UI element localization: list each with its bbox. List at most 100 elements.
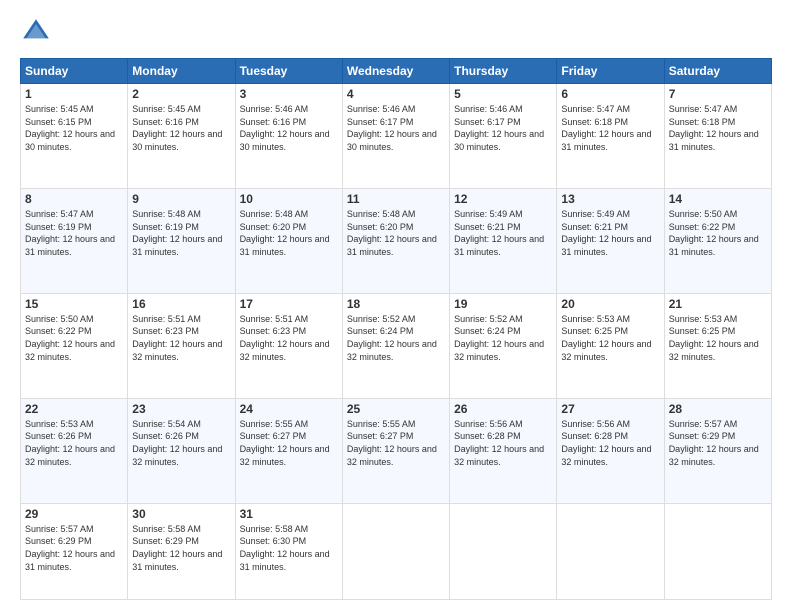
calendar-cell: 16 Sunrise: 5:51 AMSunset: 6:23 PMDayligh… [128,293,235,398]
calendar-cell: 3 Sunrise: 5:46 AMSunset: 6:16 PMDaylight… [235,84,342,189]
day-number: 23 [132,402,230,416]
calendar-cell: 23Sunrise: 5:54 AMSunset: 6:26 PMDayligh… [128,398,235,503]
day-number: 17 [240,297,338,311]
day-info: Sunrise: 5:47 AMSunset: 6:18 PMDaylight:… [669,103,767,153]
calendar-cell: 29 Sunrise: 5:57 AMSunset: 6:29 PMDayligh… [21,503,128,599]
day-number: 9 [132,192,230,206]
calendar-cell: 1Sunrise: 5:45 AMSunset: 6:15 PMDaylight… [21,84,128,189]
day-number: 2 [132,87,230,101]
day-number: 16 [132,297,230,311]
logo [20,16,56,48]
day-info: Sunrise: 5:46 AMSunset: 6:17 PMDaylight:… [347,103,445,153]
day-number: 25 [347,402,445,416]
calendar-cell: 21 Sunrise: 5:53 AMSunset: 6:25 PMDayligh… [664,293,771,398]
calendar-cell [557,503,664,599]
day-info: Sunrise: 5:48 AMSunset: 6:20 PMDaylight:… [240,208,338,258]
day-number: 26 [454,402,552,416]
calendar-cell [450,503,557,599]
day-number: 11 [347,192,445,206]
day-info: Sunrise: 5:46 AMSunset: 6:16 PMDaylight:… [240,103,338,153]
day-info: Sunrise: 5:45 AMSunset: 6:15 PMDaylight:… [25,103,123,153]
week-row-5: 29 Sunrise: 5:57 AMSunset: 6:29 PMDayligh… [21,503,772,599]
day-number: 15 [25,297,123,311]
day-info: Sunrise: 5:57 AMSunset: 6:29 PMDaylight:… [669,418,767,468]
calendar-cell: 9 Sunrise: 5:48 AMSunset: 6:19 PMDaylight… [128,188,235,293]
calendar-cell: 5 Sunrise: 5:46 AMSunset: 6:17 PMDaylight… [450,84,557,189]
day-info: Sunrise: 5:47 AMSunset: 6:18 PMDaylight:… [561,103,659,153]
day-number: 18 [347,297,445,311]
day-info: Sunrise: 5:52 AMSunset: 6:24 PMDaylight:… [454,313,552,363]
calendar-cell: 12 Sunrise: 5:49 AMSunset: 6:21 PMDayligh… [450,188,557,293]
calendar-cell: 19 Sunrise: 5:52 AMSunset: 6:24 PMDayligh… [450,293,557,398]
day-number: 22 [25,402,123,416]
calendar-cell: 18 Sunrise: 5:52 AMSunset: 6:24 PMDayligh… [342,293,449,398]
calendar-cell: 10 Sunrise: 5:48 AMSunset: 6:20 PMDayligh… [235,188,342,293]
header [20,16,772,48]
calendar-cell: 31Sunrise: 5:58 AMSunset: 6:30 PMDayligh… [235,503,342,599]
day-info: Sunrise: 5:50 AMSunset: 6:22 PMDaylight:… [669,208,767,258]
day-info: Sunrise: 5:51 AMSunset: 6:23 PMDaylight:… [132,313,230,363]
day-number: 6 [561,87,659,101]
day-info: Sunrise: 5:57 AMSunset: 6:29 PMDaylight:… [25,523,123,573]
day-info: Sunrise: 5:48 AMSunset: 6:20 PMDaylight:… [347,208,445,258]
day-info: Sunrise: 5:47 AMSunset: 6:19 PMDaylight:… [25,208,123,258]
day-info: Sunrise: 5:52 AMSunset: 6:24 PMDaylight:… [347,313,445,363]
day-info: Sunrise: 5:46 AMSunset: 6:17 PMDaylight:… [454,103,552,153]
week-row-3: 15Sunrise: 5:50 AMSunset: 6:22 PMDayligh… [21,293,772,398]
calendar-cell: 30Sunrise: 5:58 AMSunset: 6:29 PMDayligh… [128,503,235,599]
calendar-table: SundayMondayTuesdayWednesdayThursdayFrid… [20,58,772,600]
day-info: Sunrise: 5:45 AMSunset: 6:16 PMDaylight:… [132,103,230,153]
calendar-cell: 27 Sunrise: 5:56 AMSunset: 6:28 PMDayligh… [557,398,664,503]
day-number: 19 [454,297,552,311]
day-number: 3 [240,87,338,101]
day-number: 5 [454,87,552,101]
page: SundayMondayTuesdayWednesdayThursdayFrid… [0,0,792,612]
day-info: Sunrise: 5:53 AMSunset: 6:26 PMDaylight:… [25,418,123,468]
day-info: Sunrise: 5:53 AMSunset: 6:25 PMDaylight:… [669,313,767,363]
calendar-cell: 24 Sunrise: 5:55 AMSunset: 6:27 PMDayligh… [235,398,342,503]
calendar-cell: 28 Sunrise: 5:57 AMSunset: 6:29 PMDayligh… [664,398,771,503]
calendar-cell: 20 Sunrise: 5:53 AMSunset: 6:25 PMDayligh… [557,293,664,398]
day-info: Sunrise: 5:55 AMSunset: 6:27 PMDaylight:… [240,418,338,468]
day-info: Sunrise: 5:56 AMSunset: 6:28 PMDaylight:… [454,418,552,468]
day-number: 14 [669,192,767,206]
calendar-cell: 25 Sunrise: 5:55 AMSunset: 6:27 PMDayligh… [342,398,449,503]
day-number: 12 [454,192,552,206]
day-number: 8 [25,192,123,206]
day-header-friday: Friday [557,59,664,84]
day-number: 27 [561,402,659,416]
header-row: SundayMondayTuesdayWednesdayThursdayFrid… [21,59,772,84]
day-number: 28 [669,402,767,416]
day-header-monday: Monday [128,59,235,84]
week-row-4: 22 Sunrise: 5:53 AMSunset: 6:26 PMDayligh… [21,398,772,503]
calendar-cell: 8 Sunrise: 5:47 AMSunset: 6:19 PMDaylight… [21,188,128,293]
day-number: 21 [669,297,767,311]
calendar-cell: 11 Sunrise: 5:48 AMSunset: 6:20 PMDayligh… [342,188,449,293]
calendar-cell: 14 Sunrise: 5:50 AMSunset: 6:22 PMDayligh… [664,188,771,293]
day-info: Sunrise: 5:49 AMSunset: 6:21 PMDaylight:… [454,208,552,258]
day-info: Sunrise: 5:58 AMSunset: 6:29 PMDaylight:… [132,523,230,573]
day-info: Sunrise: 5:48 AMSunset: 6:19 PMDaylight:… [132,208,230,258]
day-header-saturday: Saturday [664,59,771,84]
logo-icon [20,16,52,48]
day-number: 7 [669,87,767,101]
calendar-cell: 4Sunrise: 5:46 AMSunset: 6:17 PMDaylight… [342,84,449,189]
calendar-cell: 2 Sunrise: 5:45 AMSunset: 6:16 PMDaylight… [128,84,235,189]
day-header-tuesday: Tuesday [235,59,342,84]
calendar-cell: 13Sunrise: 5:49 AMSunset: 6:21 PMDayligh… [557,188,664,293]
day-number: 29 [25,507,123,521]
week-row-1: 1Sunrise: 5:45 AMSunset: 6:15 PMDaylight… [21,84,772,189]
week-row-2: 8 Sunrise: 5:47 AMSunset: 6:19 PMDaylight… [21,188,772,293]
day-info: Sunrise: 5:58 AMSunset: 6:30 PMDaylight:… [240,523,338,573]
day-info: Sunrise: 5:55 AMSunset: 6:27 PMDaylight:… [347,418,445,468]
day-info: Sunrise: 5:56 AMSunset: 6:28 PMDaylight:… [561,418,659,468]
day-number: 24 [240,402,338,416]
day-header-wednesday: Wednesday [342,59,449,84]
day-number: 10 [240,192,338,206]
day-number: 13 [561,192,659,206]
calendar-cell: 15Sunrise: 5:50 AMSunset: 6:22 PMDayligh… [21,293,128,398]
day-info: Sunrise: 5:53 AMSunset: 6:25 PMDaylight:… [561,313,659,363]
day-info: Sunrise: 5:51 AMSunset: 6:23 PMDaylight:… [240,313,338,363]
day-header-thursday: Thursday [450,59,557,84]
day-number: 20 [561,297,659,311]
